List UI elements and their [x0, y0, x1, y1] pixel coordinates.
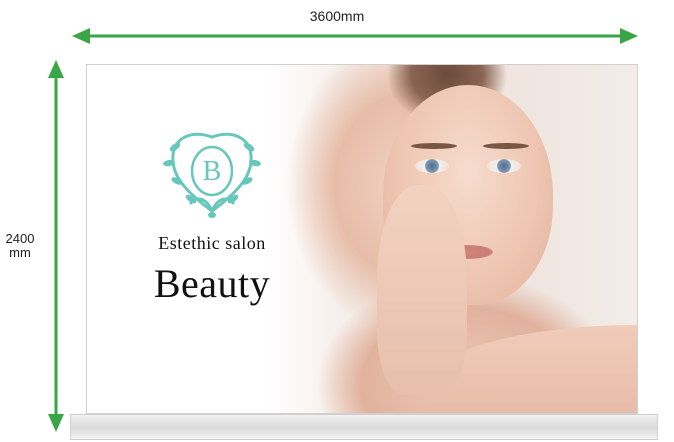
signboard-panel: B Estethic salon Beauty	[86, 64, 638, 414]
photo-hand	[377, 185, 467, 395]
salon-subtitle: Estethic salon	[158, 233, 266, 253]
photo-left-eye	[415, 159, 449, 173]
salon-logo-block: B Estethic salon Beauty	[87, 125, 337, 307]
signboard-base	[70, 414, 658, 440]
salon-title: Beauty	[153, 261, 271, 306]
height-dimension-unit: mm	[9, 245, 31, 260]
height-arrow	[48, 60, 64, 432]
photo-right-brow	[483, 143, 529, 149]
photo-right-eye	[487, 159, 521, 173]
width-dimension-label: 3600mm	[309, 8, 365, 24]
photo-left-brow	[411, 143, 457, 149]
height-dimension-value: 2400	[5, 231, 35, 246]
height-dimension-label: 2400 mm	[0, 232, 40, 260]
laurel-crest-icon: B	[163, 132, 261, 218]
logo-letter: B	[203, 156, 222, 187]
width-arrow	[72, 28, 638, 44]
